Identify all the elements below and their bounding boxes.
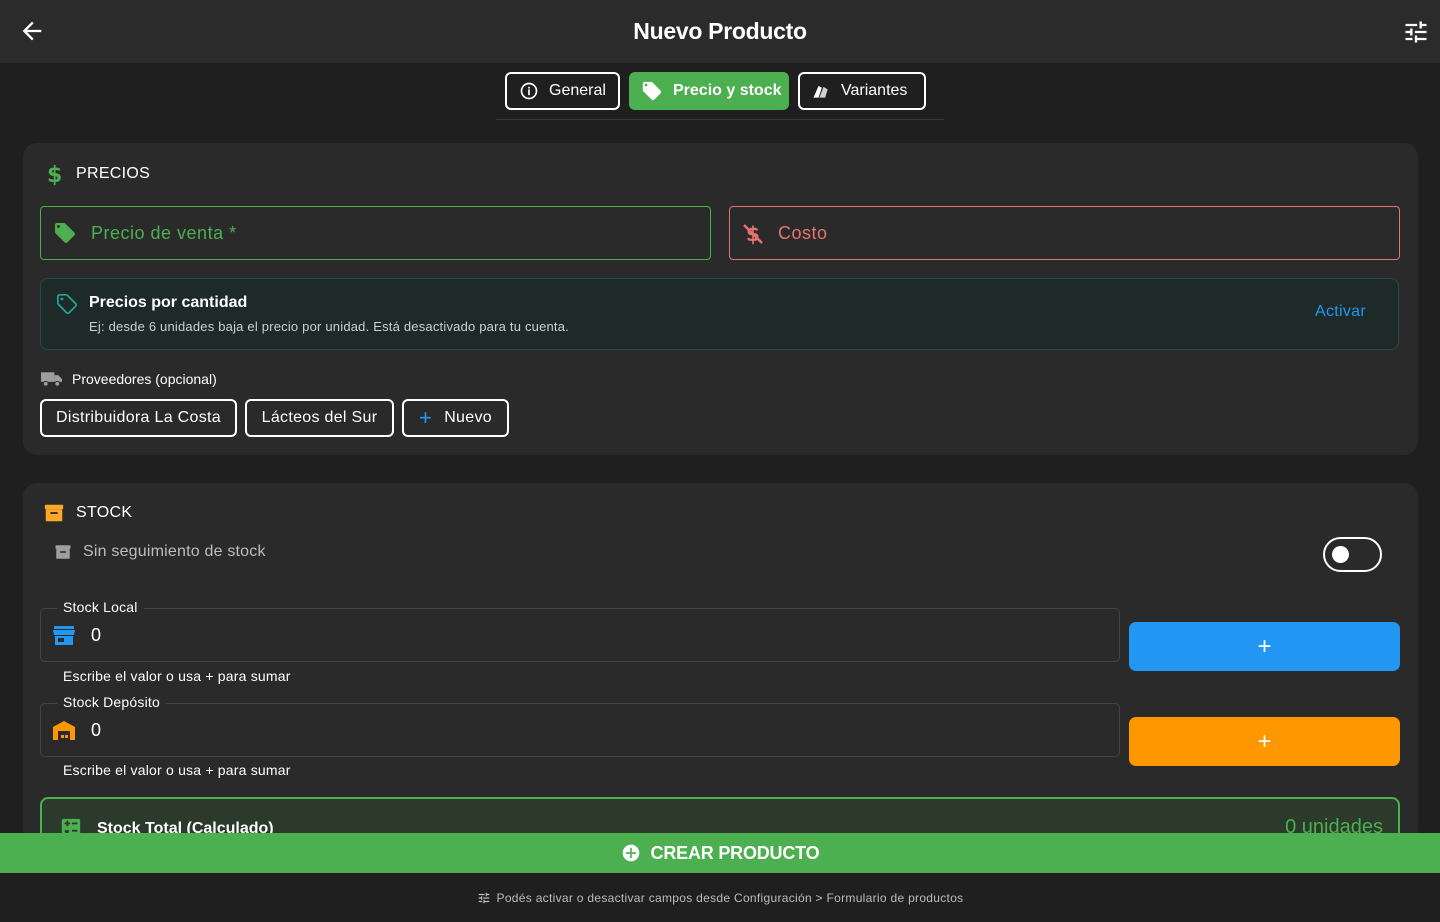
stock-local-helper: Escribe el valor o usa + para sumar <box>63 668 291 684</box>
stock-deposit-helper: Escribe el valor o usa + para sumar <box>63 762 291 778</box>
tab-bar: General Precio y stock Variantes <box>496 63 944 120</box>
tab-variants[interactable]: Variantes <box>798 72 926 110</box>
tab-price-stock[interactable]: Precio y stock <box>629 72 789 110</box>
providers-label: Proveedores (opcional) <box>40 370 217 388</box>
create-product-button[interactable]: CREAR PRODUCTO <box>0 833 1440 873</box>
warehouse-icon <box>53 721 75 740</box>
quantity-pricing-title: Precios por cantidad <box>89 294 248 311</box>
cost-placeholder: Costo <box>778 222 828 243</box>
stock-deposit-label: Stock Depósito <box>57 694 166 710</box>
svg-text:$: $ <box>47 163 63 185</box>
add-deposit-stock-button[interactable]: + <box>1129 717 1400 766</box>
tune-settings-icon[interactable] <box>1402 18 1430 46</box>
stock-deposit-value: 0 <box>91 720 102 740</box>
tab-general-label: General <box>549 82 606 99</box>
no-stock-tracking-text: Sin seguimiento de stock <box>83 543 266 560</box>
stock-section-title: STOCK <box>43 502 132 524</box>
stock-local-input[interactable]: Stock Local 0 <box>40 599 1120 662</box>
footer-hint-text: Podés activar o desactivar campos desde … <box>496 890 964 905</box>
provider-chip[interactable]: Distribuidora La Costa <box>40 399 237 437</box>
new-provider-button[interactable]: + Nuevo <box>402 399 509 437</box>
page-title: Nuevo Producto <box>633 18 807 44</box>
stock-local-label: Stock Local <box>57 599 144 615</box>
prices-section-title: $ PRECIOS <box>45 163 150 185</box>
stock-title-text: STOCK <box>76 504 133 521</box>
providers-label-text: Proveedores (opcional) <box>72 371 217 387</box>
create-product-label: CREAR PRODUCTO <box>650 842 820 863</box>
tag-icon <box>55 223 75 243</box>
plus-icon: + <box>419 405 433 430</box>
dollar-icon: $ <box>47 163 63 185</box>
prices-title-text: PRECIOS <box>76 165 151 182</box>
quantity-pricing-banner: Precios por cantidad Ej: desde 6 unidade… <box>40 278 1399 350</box>
tab-general[interactable]: General <box>505 72 620 110</box>
toggle-knob <box>1332 546 1349 563</box>
sale-price-input[interactable]: Precio de venta * <box>40 206 711 260</box>
footer-hint: Podés activar o desactivar campos desde … <box>0 873 1440 922</box>
archive-icon <box>44 504 64 522</box>
new-provider-label: Nuevo <box>444 409 492 426</box>
no-stock-tracking-toggle[interactable] <box>1323 537 1382 572</box>
tag-outline-icon <box>57 294 77 314</box>
stock-deposit-input[interactable]: Stock Depósito 0 <box>40 694 1120 757</box>
info-icon <box>520 82 538 100</box>
no-stock-tracking-label: Sin seguimiento de stock <box>54 543 266 561</box>
truck-icon <box>40 372 63 387</box>
money-off-icon: $ <box>743 222 763 245</box>
provider-chip[interactable]: Lácteos del Sur <box>245 399 394 437</box>
store-icon <box>53 626 75 645</box>
activate-link[interactable]: Activar <box>1315 303 1366 321</box>
tune-icon <box>478 892 489 903</box>
variants-icon <box>813 86 828 98</box>
app-bar: Nuevo Producto <box>0 0 1440 63</box>
add-circle-icon <box>622 844 639 862</box>
quantity-pricing-subtitle: Ej: desde 6 unidades baja el precio por … <box>89 319 569 334</box>
tab-price-stock-label: Precio y stock <box>673 82 782 99</box>
archive-icon <box>55 545 71 559</box>
tag-icon <box>642 81 662 101</box>
sale-price-placeholder: Precio de venta * <box>91 222 237 243</box>
cost-input[interactable]: $ Costo <box>729 206 1400 260</box>
tab-variants-label: Variantes <box>841 82 908 99</box>
add-local-stock-button[interactable]: + <box>1129 622 1400 671</box>
stock-local-value: 0 <box>91 625 102 645</box>
